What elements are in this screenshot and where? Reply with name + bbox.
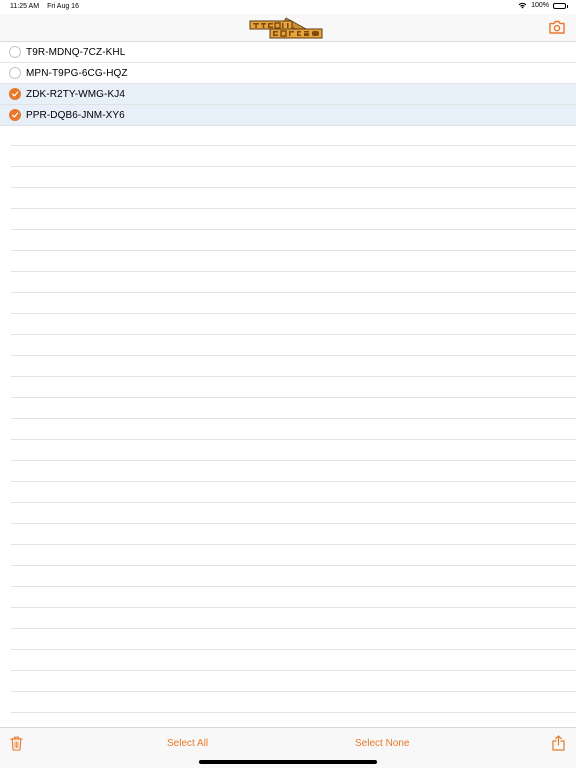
checkbox-icon[interactable] bbox=[9, 67, 21, 79]
checkbox-icon[interactable] bbox=[9, 46, 21, 58]
code-list: T9R-MDNQ-7CZ-KHL MPN-T9PG-6CG-HQZ ZDK-R2… bbox=[0, 42, 576, 126]
code-label: PPR-DQB6-JNM-XY6 bbox=[26, 109, 125, 121]
code-label: T9R-MDNQ-7CZ-KHL bbox=[26, 46, 126, 58]
empty-list-area bbox=[11, 125, 576, 727]
share-icon[interactable] bbox=[552, 735, 565, 751]
code-label: ZDK-R2TY-WMG-KJ4 bbox=[26, 88, 126, 100]
code-row[interactable]: PPR-DQB6-JNM-XY6 bbox=[0, 105, 576, 126]
wifi-icon bbox=[518, 2, 527, 9]
tycoon-cards-logo bbox=[249, 17, 323, 39]
status-time: 11:25 AM bbox=[10, 3, 40, 10]
battery-percent: 100% bbox=[531, 2, 549, 9]
checkbox-icon[interactable] bbox=[9, 109, 21, 121]
code-label: MPN-T9PG-6CG-HQZ bbox=[26, 67, 128, 79]
status-right: 100% bbox=[518, 2, 568, 9]
nav-bar bbox=[0, 14, 576, 42]
status-left: 11:25 AM Fri Aug 16 bbox=[10, 3, 79, 10]
trash-icon[interactable] bbox=[10, 736, 23, 751]
code-row[interactable]: T9R-MDNQ-7CZ-KHL bbox=[0, 42, 576, 63]
camera-icon[interactable] bbox=[549, 20, 565, 34]
code-row[interactable]: ZDK-R2TY-WMG-KJ4 bbox=[0, 84, 576, 105]
status-date: Fri Aug 16 bbox=[47, 3, 79, 10]
select-all-button[interactable]: Select All bbox=[167, 738, 208, 749]
select-none-button[interactable]: Select None bbox=[355, 738, 409, 749]
status-bar: 11:25 AM Fri Aug 16 100% bbox=[0, 0, 576, 14]
battery-icon bbox=[553, 2, 568, 9]
code-row[interactable]: MPN-T9PG-6CG-HQZ bbox=[0, 63, 576, 84]
home-indicator bbox=[199, 760, 377, 764]
checkbox-icon[interactable] bbox=[9, 88, 21, 100]
